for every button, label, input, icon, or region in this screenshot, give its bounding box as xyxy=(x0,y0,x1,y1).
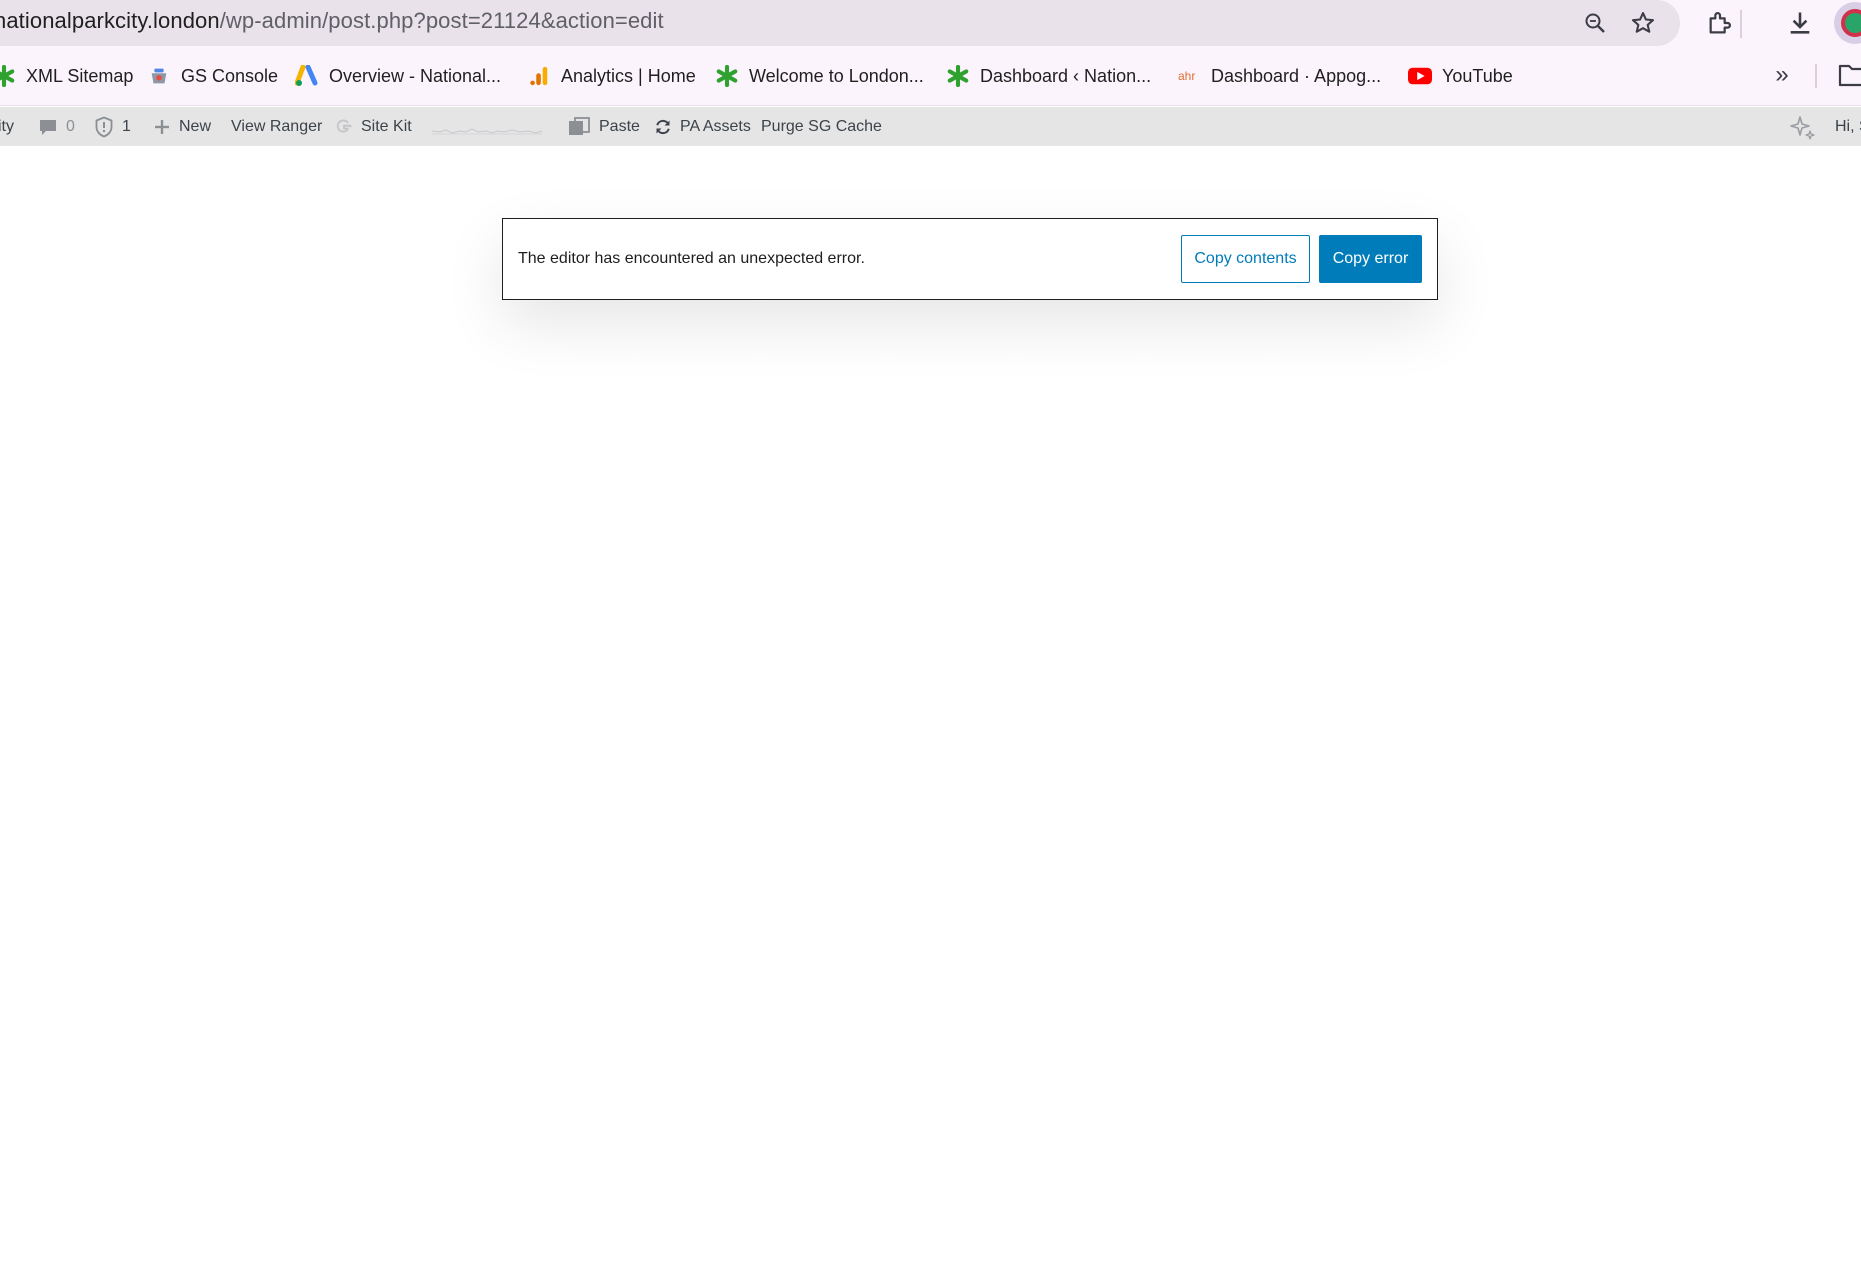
bookmark-overview-national[interactable]: Overview - National... xyxy=(295,61,501,91)
bookmark-welcome-to-london[interactable]: Welcome to London... xyxy=(715,61,924,91)
wp-admin-bar: ity 0 1 New View Ranger Site Kit Past xyxy=(0,107,1861,146)
updates-count: 1 xyxy=(122,117,131,135)
admin-bar-comments[interactable]: 0 xyxy=(38,107,75,146)
site-name-fragment: ity xyxy=(0,117,14,135)
bookmark-analytics-home[interactable]: Analytics | Home xyxy=(527,61,696,91)
bookmark-label: Dashboard · Appog... xyxy=(1211,65,1382,86)
svg-text:ahr: ahr xyxy=(1178,69,1195,83)
copy-error-button[interactable]: Copy error xyxy=(1319,235,1422,283)
admin-bar-pa-assets[interactable]: PA Assets xyxy=(654,107,751,146)
zoom-icon[interactable] xyxy=(1579,7,1611,39)
admin-bar-my-account[interactable]: Hi, S xyxy=(1835,107,1861,146)
address-bar[interactable]: nationalparkcity.london/wp-admin/post.ph… xyxy=(0,0,1680,46)
admin-bar-updates[interactable]: 1 xyxy=(94,107,131,146)
sparkline-chart-icon xyxy=(432,127,542,134)
paste-label: Paste xyxy=(599,117,640,135)
download-icon[interactable] xyxy=(1782,5,1818,41)
url-host: nationalparkcity.london xyxy=(0,8,220,33)
bookmark-label: YouTube xyxy=(1442,65,1513,86)
bookmark-label: Dashboard ‹ Nation... xyxy=(980,65,1152,86)
chevron-double-right-icon[interactable]: » xyxy=(1766,60,1798,92)
shield-alert-icon xyxy=(94,116,114,138)
admin-bar-paste[interactable]: Paste xyxy=(567,107,640,146)
error-message: The editor has encountered an unexpected… xyxy=(518,250,865,267)
extensions-icon[interactable] xyxy=(1702,5,1738,41)
sparkle-icon[interactable] xyxy=(1788,114,1816,142)
toolbar-divider xyxy=(1740,10,1742,38)
admin-bar-view-ranger[interactable]: View Ranger xyxy=(231,107,322,146)
bookmark-star-icon[interactable] xyxy=(1627,7,1659,39)
url-text[interactable]: nationalparkcity.london/wp-admin/post.ph… xyxy=(0,8,664,34)
paste-icon xyxy=(567,116,591,137)
greeting-label: Hi, S xyxy=(1835,117,1861,135)
comment-bubble-icon xyxy=(38,117,58,137)
admin-bar-site-name[interactable]: ity xyxy=(0,107,14,146)
bookmark-label: Welcome to London... xyxy=(749,65,924,86)
site-kit-label: Site Kit xyxy=(361,117,412,135)
gs-console-icon xyxy=(147,64,171,88)
google-g-icon xyxy=(335,118,353,136)
avatar-image xyxy=(1841,9,1861,37)
bookmark-label: GS Console xyxy=(181,65,279,86)
bookmark-dashboard-appog[interactable]: ahr Dashboard · Appog... xyxy=(1177,61,1381,91)
analytics-icon xyxy=(527,64,551,88)
admin-bar-purge-cache[interactable]: Purge SG Cache xyxy=(761,107,882,146)
pa-assets-label: PA Assets xyxy=(680,117,751,135)
green-star-icon xyxy=(0,64,16,88)
purge-cache-label: Purge SG Cache xyxy=(761,117,882,135)
admin-bar-new[interactable]: New xyxy=(153,107,211,146)
bookmark-dashboard-nation[interactable]: Dashboard ‹ Nation... xyxy=(946,61,1151,91)
profile-avatar[interactable] xyxy=(1834,2,1861,44)
admin-bar-site-kit[interactable]: Site Kit xyxy=(335,107,412,146)
bookmark-label: XML Sitemap xyxy=(26,65,134,86)
comments-count: 0 xyxy=(66,117,75,135)
green-star-icon xyxy=(946,64,970,88)
plus-icon xyxy=(153,118,171,136)
bookmark-xml-sitemap[interactable]: XML Sitemap xyxy=(0,61,133,91)
browser-toolbar: nationalparkcity.london/wp-admin/post.ph… xyxy=(0,0,1861,48)
bookmarks-divider xyxy=(1815,64,1817,88)
new-label: New xyxy=(179,117,212,135)
youtube-icon xyxy=(1408,64,1432,88)
bookmark-gs-console[interactable]: GS Console xyxy=(147,61,278,91)
refresh-icon xyxy=(654,118,672,136)
ahrefs-icon: ahr xyxy=(1177,64,1201,88)
url-path: /wp-admin/post.php?post=21124&action=edi… xyxy=(219,8,664,33)
green-star-icon xyxy=(715,64,739,88)
site-kit-sparkline xyxy=(432,107,542,146)
bookmarks-bar xyxy=(0,48,1861,106)
folder-icon[interactable] xyxy=(1838,62,1861,90)
google-ads-icon xyxy=(295,64,319,88)
bookmark-youtube[interactable]: YouTube xyxy=(1408,61,1513,91)
editor-error-notice: The editor has encountered an unexpected… xyxy=(502,218,1438,300)
bookmark-label: Overview - National... xyxy=(329,65,502,86)
copy-contents-button[interactable]: Copy contents xyxy=(1181,235,1310,283)
view-ranger-label: View Ranger xyxy=(231,117,323,135)
bookmark-label: Analytics | Home xyxy=(561,65,696,86)
